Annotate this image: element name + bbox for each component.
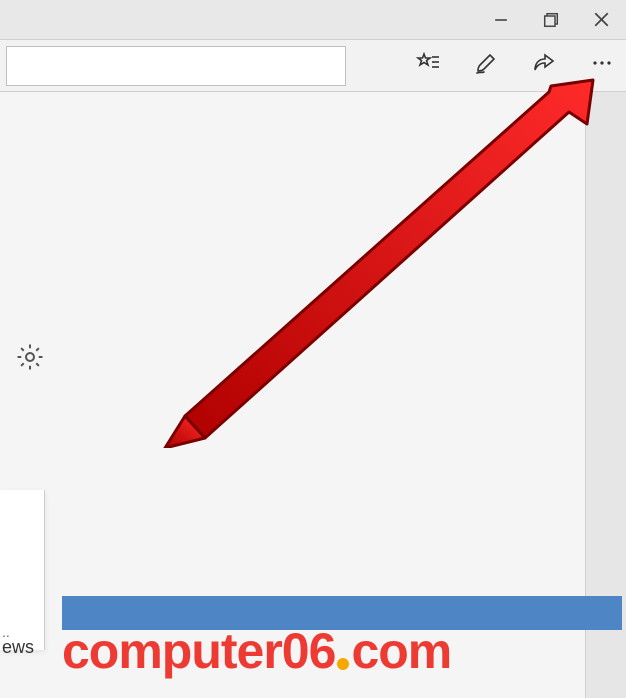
news-heading-fragment: ews: [2, 637, 34, 658]
browser-toolbar: [0, 40, 626, 92]
watermark-dot-icon: [337, 658, 349, 670]
favorites-button[interactable]: [404, 42, 452, 90]
pen-icon: [474, 51, 498, 80]
watermark-left: computer06: [62, 622, 335, 680]
address-bar[interactable]: [6, 46, 346, 86]
share-button[interactable]: [520, 42, 568, 90]
maximize-button[interactable]: [526, 0, 576, 40]
watermark-text: computer06 com: [62, 622, 622, 680]
web-note-button[interactable]: [462, 42, 510, 90]
more-button[interactable]: [578, 42, 626, 90]
close-button[interactable]: [576, 0, 626, 40]
minimize-button[interactable]: [476, 0, 526, 40]
watermark: computer06 com: [62, 622, 622, 680]
settings-button[interactable]: [15, 342, 45, 377]
more-dots-icon: [590, 51, 614, 80]
watermark-right: com: [351, 622, 451, 680]
star-lines-icon: [416, 51, 440, 80]
share-icon: [532, 51, 556, 80]
gear-icon: [15, 359, 45, 376]
content-card[interactable]: ..: [0, 490, 45, 650]
window-title-bar: [0, 0, 626, 40]
